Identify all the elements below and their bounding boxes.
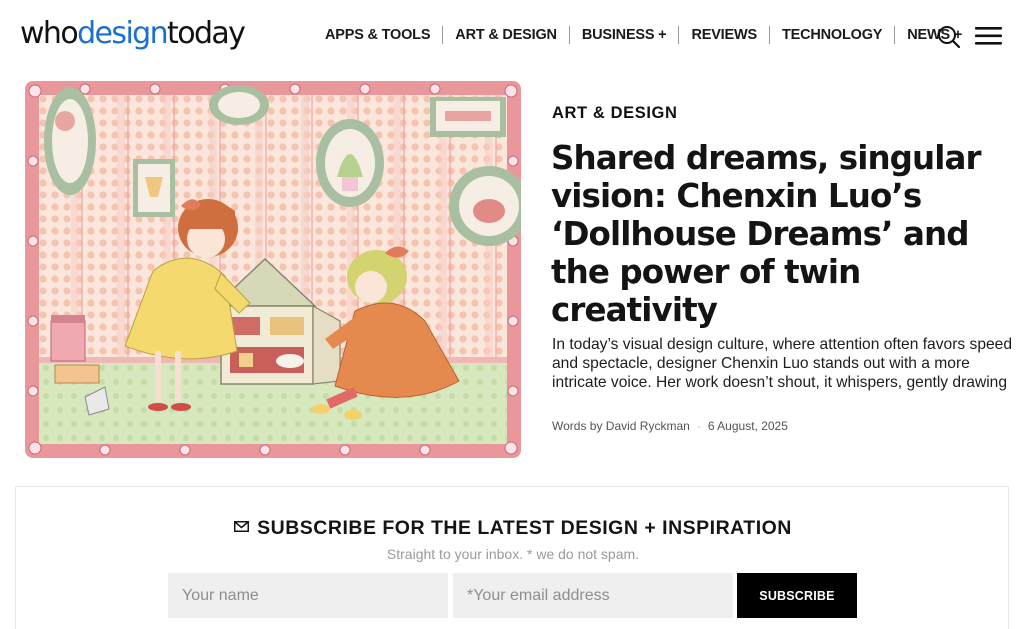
site-header: whodesigntoday APPS & TOOLS ART & DESIGN… xyxy=(0,0,1024,70)
article-excerpt: In today’s visual design culture, where … xyxy=(552,336,1013,391)
main-nav: APPS & TOOLS ART & DESIGN BUSINESS + REV… xyxy=(313,22,974,48)
site-logo[interactable]: whodesigntoday xyxy=(20,14,246,54)
nav-item-news[interactable]: NEWS + xyxy=(895,22,974,48)
publish-date: 6 August, 2025 xyxy=(707,419,788,433)
article-byline: Words by David Ryckman · 6 August, 2025 xyxy=(552,419,788,433)
subscribe-title: SUBSCRIBE FOR THE LATEST DESIGN + INSPIR… xyxy=(257,517,792,539)
newsletter-subscribe-box: SUBSCRIBE FOR THE LATEST DESIGN + INSPIR… xyxy=(15,486,1009,629)
nav-item-business[interactable]: BUSINESS + xyxy=(570,22,679,48)
mail-icon xyxy=(234,521,250,532)
search-icon xyxy=(938,26,961,49)
search-button[interactable] xyxy=(936,24,962,50)
name-field[interactable] xyxy=(168,573,448,618)
dollhouse-illustration xyxy=(25,81,521,458)
hamburger-menu-icon xyxy=(975,27,1002,45)
nav-item-reviews[interactable]: REVIEWS xyxy=(679,22,768,48)
article-featured-image[interactable] xyxy=(25,81,521,458)
nav-item-technology[interactable]: TECHNOLOGY xyxy=(770,22,894,48)
subscribe-button[interactable]: SUBSCRIBE xyxy=(737,573,857,618)
logo-text-who: who xyxy=(20,16,79,51)
email-field[interactable] xyxy=(453,573,733,618)
menu-button[interactable] xyxy=(975,24,1003,48)
author-credit[interactable]: Words by David Ryckman xyxy=(552,419,690,433)
byline-separator: · xyxy=(696,419,701,433)
article-category[interactable]: ART & DESIGN xyxy=(552,104,677,123)
nav-item-art-design[interactable]: ART & DESIGN xyxy=(443,22,569,48)
subscribe-subtitle: Straight to your inbox. * we do not spam… xyxy=(386,546,640,562)
nav-item-apps-tools[interactable]: APPS & TOOLS xyxy=(313,22,442,48)
logo-text-design: design xyxy=(77,16,169,51)
article-headline[interactable]: Shared dreams, singular vision: Chenxin … xyxy=(551,139,1011,329)
subscribe-heading: SUBSCRIBE FOR THE LATEST DESIGN + INSPIR… xyxy=(16,517,1010,540)
logo-text-today: today xyxy=(167,16,246,51)
